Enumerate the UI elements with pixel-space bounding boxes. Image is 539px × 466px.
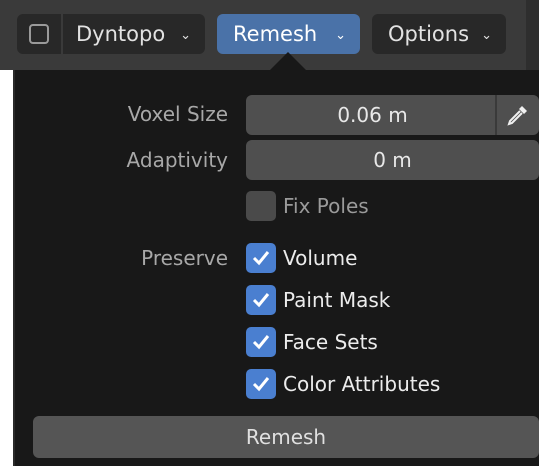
paint-mask-checkbox[interactable] [246, 285, 276, 315]
chevron-down-icon: ⌄ [180, 27, 191, 43]
voxel-size-value: 0.06 m [337, 103, 408, 127]
face-sets-checkbox[interactable] [246, 327, 276, 357]
checkmark-icon [252, 335, 270, 350]
voxel-size-label: Voxel Size [127, 102, 228, 126]
volume-label: Volume [283, 246, 358, 270]
adaptivity-label: Adaptivity [126, 148, 228, 172]
paint-mask-label: Paint Mask [283, 288, 391, 312]
eyedropper-icon [507, 106, 527, 126]
chevron-down-icon: ⌄ [481, 27, 492, 43]
checkmark-icon [252, 377, 270, 392]
toolbar-divider [526, 0, 539, 70]
preserve-label: Preserve [141, 246, 228, 270]
color-attributes-checkbox[interactable] [246, 369, 276, 399]
dyntopo-label: Dyntopo [76, 22, 166, 46]
remesh-label: Remesh [233, 22, 318, 46]
chevron-down-icon: ⌄ [335, 27, 346, 43]
remesh-button[interactable]: Remesh [33, 416, 539, 458]
checkmark-icon [252, 293, 270, 308]
fix-poles-label: Fix Poles [283, 194, 369, 218]
voxel-size-field[interactable]: 0.06 m [246, 95, 539, 135]
remesh-button-label: Remesh [245, 425, 327, 449]
color-attributes-label: Color Attributes [283, 372, 441, 396]
checkmark-icon [252, 251, 270, 266]
volume-checkbox[interactable] [246, 243, 276, 273]
options-dropdown[interactable]: Options ⌄ [372, 14, 506, 54]
dyntopo-toggle-checkbox[interactable] [17, 14, 61, 54]
adaptivity-field[interactable]: 0 m [246, 140, 539, 180]
eyedropper-button[interactable] [495, 95, 539, 135]
dyntopo-dropdown[interactable]: Dyntopo ⌄ [63, 14, 205, 54]
face-sets-label: Face Sets [283, 330, 378, 354]
popover-pointer [270, 52, 306, 70]
options-label: Options [388, 22, 470, 46]
header-toolbar: Dyntopo ⌄ Remesh ⌄ Options ⌄ [0, 0, 526, 70]
checkbox-empty-icon [29, 24, 49, 44]
fix-poles-checkbox[interactable] [246, 191, 276, 221]
adaptivity-value: 0 m [373, 148, 412, 172]
remesh-dropdown[interactable]: Remesh ⌄ [217, 14, 360, 54]
